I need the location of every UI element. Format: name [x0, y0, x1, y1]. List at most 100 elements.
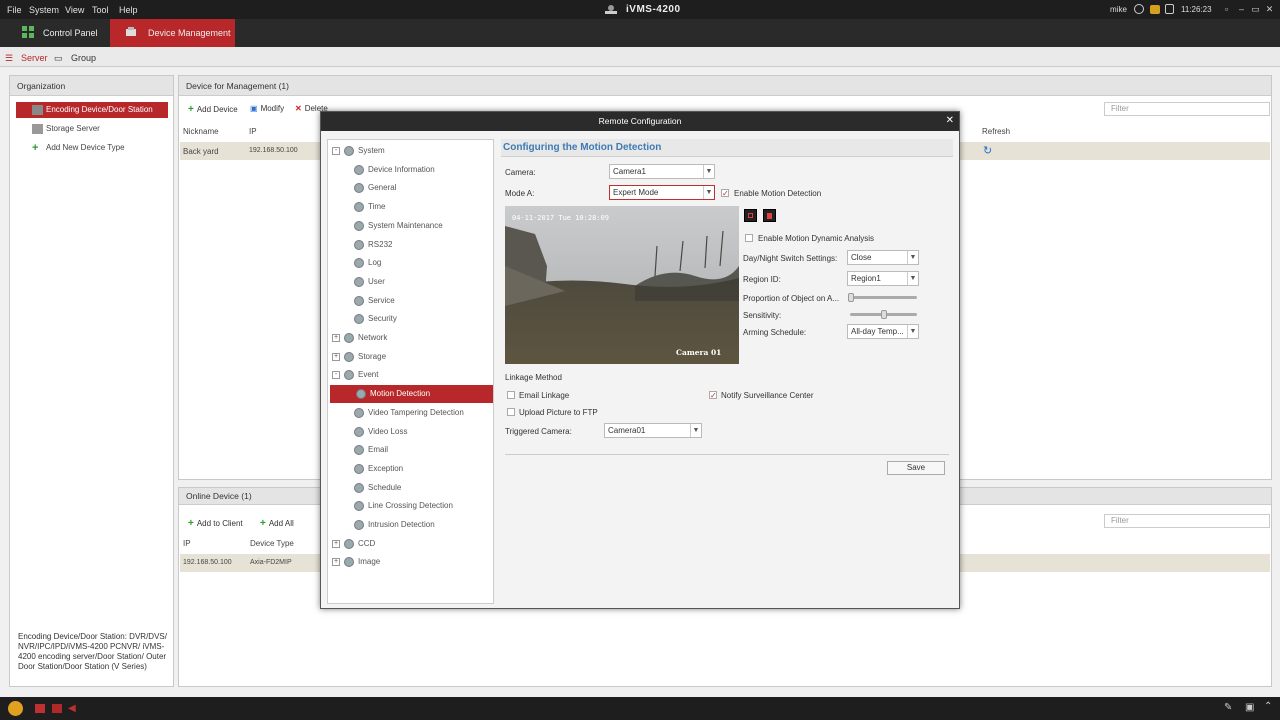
upload-ftp-checkbox[interactable]: [507, 408, 515, 416]
tree-item-general[interactable]: General: [328, 179, 493, 197]
tree-item-ccd[interactable]: + CCD: [328, 535, 493, 553]
tree-item-network[interactable]: + Network: [328, 329, 493, 347]
tree-item-rs232[interactable]: RS232: [328, 236, 493, 254]
region-select[interactable]: Region1 ▼: [847, 271, 919, 286]
delete-icon: ✕: [295, 104, 302, 113]
tree-item-schedule[interactable]: Schedule: [328, 479, 493, 497]
gear-icon: [354, 314, 364, 325]
menu-tool[interactable]: Tool: [92, 5, 109, 15]
tab-device-management[interactable]: Device Management: [110, 19, 235, 47]
enable-motion-checkbox[interactable]: ✓: [721, 189, 729, 198]
refresh-icon[interactable]: ↻: [983, 144, 992, 157]
add-all-button[interactable]: + Add All: [260, 518, 294, 529]
maximize-icon[interactable]: ▭: [1251, 5, 1260, 14]
proportion-slider-handle[interactable]: [848, 293, 855, 302]
globe-icon[interactable]: [1134, 4, 1144, 14]
column-ip[interactable]: IP: [183, 539, 191, 548]
camera-label: Camera:: [505, 168, 536, 177]
column-nickname[interactable]: Nickname: [183, 127, 219, 136]
tree-item-event[interactable]: - Event: [328, 366, 493, 384]
modify-button[interactable]: ▣ Modify: [250, 104, 284, 113]
tree-item-device-information[interactable]: Device Information: [328, 161, 493, 179]
tree-item-label: User: [368, 276, 385, 286]
expand-icon[interactable]: +: [332, 558, 340, 567]
menu-help[interactable]: Help: [119, 5, 138, 15]
chevron-down-icon: ▼: [703, 186, 714, 199]
tree-item-log[interactable]: Log: [328, 254, 493, 272]
tree-item-video-loss[interactable]: Video Loss: [328, 423, 493, 441]
list-icon: ☰: [5, 53, 14, 63]
tab-group[interactable]: Group: [71, 53, 96, 63]
tree-item-email[interactable]: Email: [328, 441, 493, 459]
minimize-to-tray-icon[interactable]: ▫: [1222, 5, 1231, 14]
tree-item-user[interactable]: User: [328, 273, 493, 291]
tab-server[interactable]: Server: [21, 53, 48, 63]
column-refresh[interactable]: Refresh: [982, 127, 1010, 136]
close-icon[interactable]: ✕: [946, 115, 954, 126]
tree-item-label: CCD: [358, 538, 376, 548]
sensitivity-slider-handle[interactable]: [880, 310, 887, 319]
device-icon: [126, 27, 136, 36]
tree-item-service[interactable]: Service: [328, 292, 493, 310]
mode-select[interactable]: Expert Mode ▼: [609, 185, 715, 200]
org-item-label: Storage Server: [46, 124, 100, 133]
alarm-output-icon[interactable]: [35, 704, 45, 713]
chevron-down-icon: ▼: [703, 165, 714, 178]
minimize-icon[interactable]: –: [1237, 5, 1246, 14]
column-ip[interactable]: IP: [249, 127, 257, 136]
tree-item-video-tampering-detection[interactable]: Video Tampering Detection: [328, 404, 493, 422]
tree-item-image[interactable]: + Image: [328, 553, 493, 571]
expand-icon[interactable]: +: [332, 352, 340, 361]
lock-icon[interactable]: ▣: [1245, 702, 1254, 713]
tree-item-storage[interactable]: + Storage: [328, 348, 493, 366]
org-item-encoding-device[interactable]: Encoding Device/Door Station: [16, 102, 168, 118]
expand-icon[interactable]: +: [332, 539, 340, 548]
tree-item-exception[interactable]: Exception: [328, 460, 493, 478]
speaker-icon[interactable]: ◀: [68, 703, 76, 714]
tree-item-security[interactable]: Security: [328, 310, 493, 328]
event-icon[interactable]: [52, 704, 62, 713]
add-device-button[interactable]: + Add Device: [188, 104, 238, 115]
tree-item-intrusion-detection[interactable]: Intrusion Detection: [328, 516, 493, 534]
collapse-icon[interactable]: -: [332, 147, 340, 155]
online-filter-input[interactable]: Filter: [1104, 514, 1270, 528]
email-linkage-checkbox[interactable]: [507, 391, 515, 399]
column-device-type[interactable]: Device Type: [250, 539, 294, 548]
notify-center-checkbox[interactable]: ✓: [709, 391, 717, 400]
tree-item-system[interactable]: - System: [328, 142, 493, 160]
draw-area-icon[interactable]: [744, 209, 757, 222]
lock-icon[interactable]: [1165, 4, 1174, 14]
menu-view[interactable]: View: [65, 5, 84, 15]
org-item-add-device-type[interactable]: + Add New Device Type: [16, 140, 168, 156]
gear-icon: [354, 445, 364, 456]
tab-control-panel[interactable]: Control Panel: [0, 19, 110, 47]
device-filter-input[interactable]: Filter: [1104, 102, 1270, 116]
tree-item-time[interactable]: Time: [328, 198, 493, 216]
menu-file[interactable]: File: [7, 5, 22, 15]
device-nickname: Back yard: [183, 147, 219, 156]
pin-icon[interactable]: ✎: [1224, 702, 1232, 713]
camera-select[interactable]: Camera1 ▼: [609, 164, 715, 179]
add-to-client-button[interactable]: + Add to Client: [188, 518, 243, 529]
save-button[interactable]: Save: [887, 461, 945, 475]
daynight-select[interactable]: Close ▼: [847, 250, 919, 265]
arming-select[interactable]: All-day Temp... ▼: [847, 324, 919, 339]
org-item-storage-server[interactable]: Storage Server: [16, 121, 168, 137]
proportion-slider[interactable]: [850, 296, 917, 299]
alarm-icon[interactable]: [8, 701, 23, 716]
gear-icon: [354, 295, 364, 306]
tree-item-system-maintenance[interactable]: System Maintenance: [328, 217, 493, 235]
collapse-icon[interactable]: -: [332, 371, 340, 380]
alarm-icon[interactable]: [1150, 5, 1160, 14]
triggered-camera-select[interactable]: Camera01 ▼: [604, 423, 702, 438]
live-video-preview[interactable]: 04-11-2017 Tue 10:28:09 Camera 01: [505, 206, 739, 364]
expand-up-icon[interactable]: ⌃: [1264, 701, 1272, 712]
video-timestamp: 04-11-2017 Tue 10:28:09: [512, 214, 609, 222]
dynamic-analysis-checkbox[interactable]: [745, 234, 753, 242]
menu-system[interactable]: System: [29, 5, 59, 15]
close-icon[interactable]: ✕: [1265, 5, 1274, 14]
tree-item-motion-detection[interactable]: Motion Detection: [330, 385, 493, 404]
clear-area-icon[interactable]: [763, 209, 776, 222]
tree-item-line-crossing-detection[interactable]: Line Crossing Detection: [328, 497, 493, 515]
expand-icon[interactable]: +: [332, 334, 340, 342]
